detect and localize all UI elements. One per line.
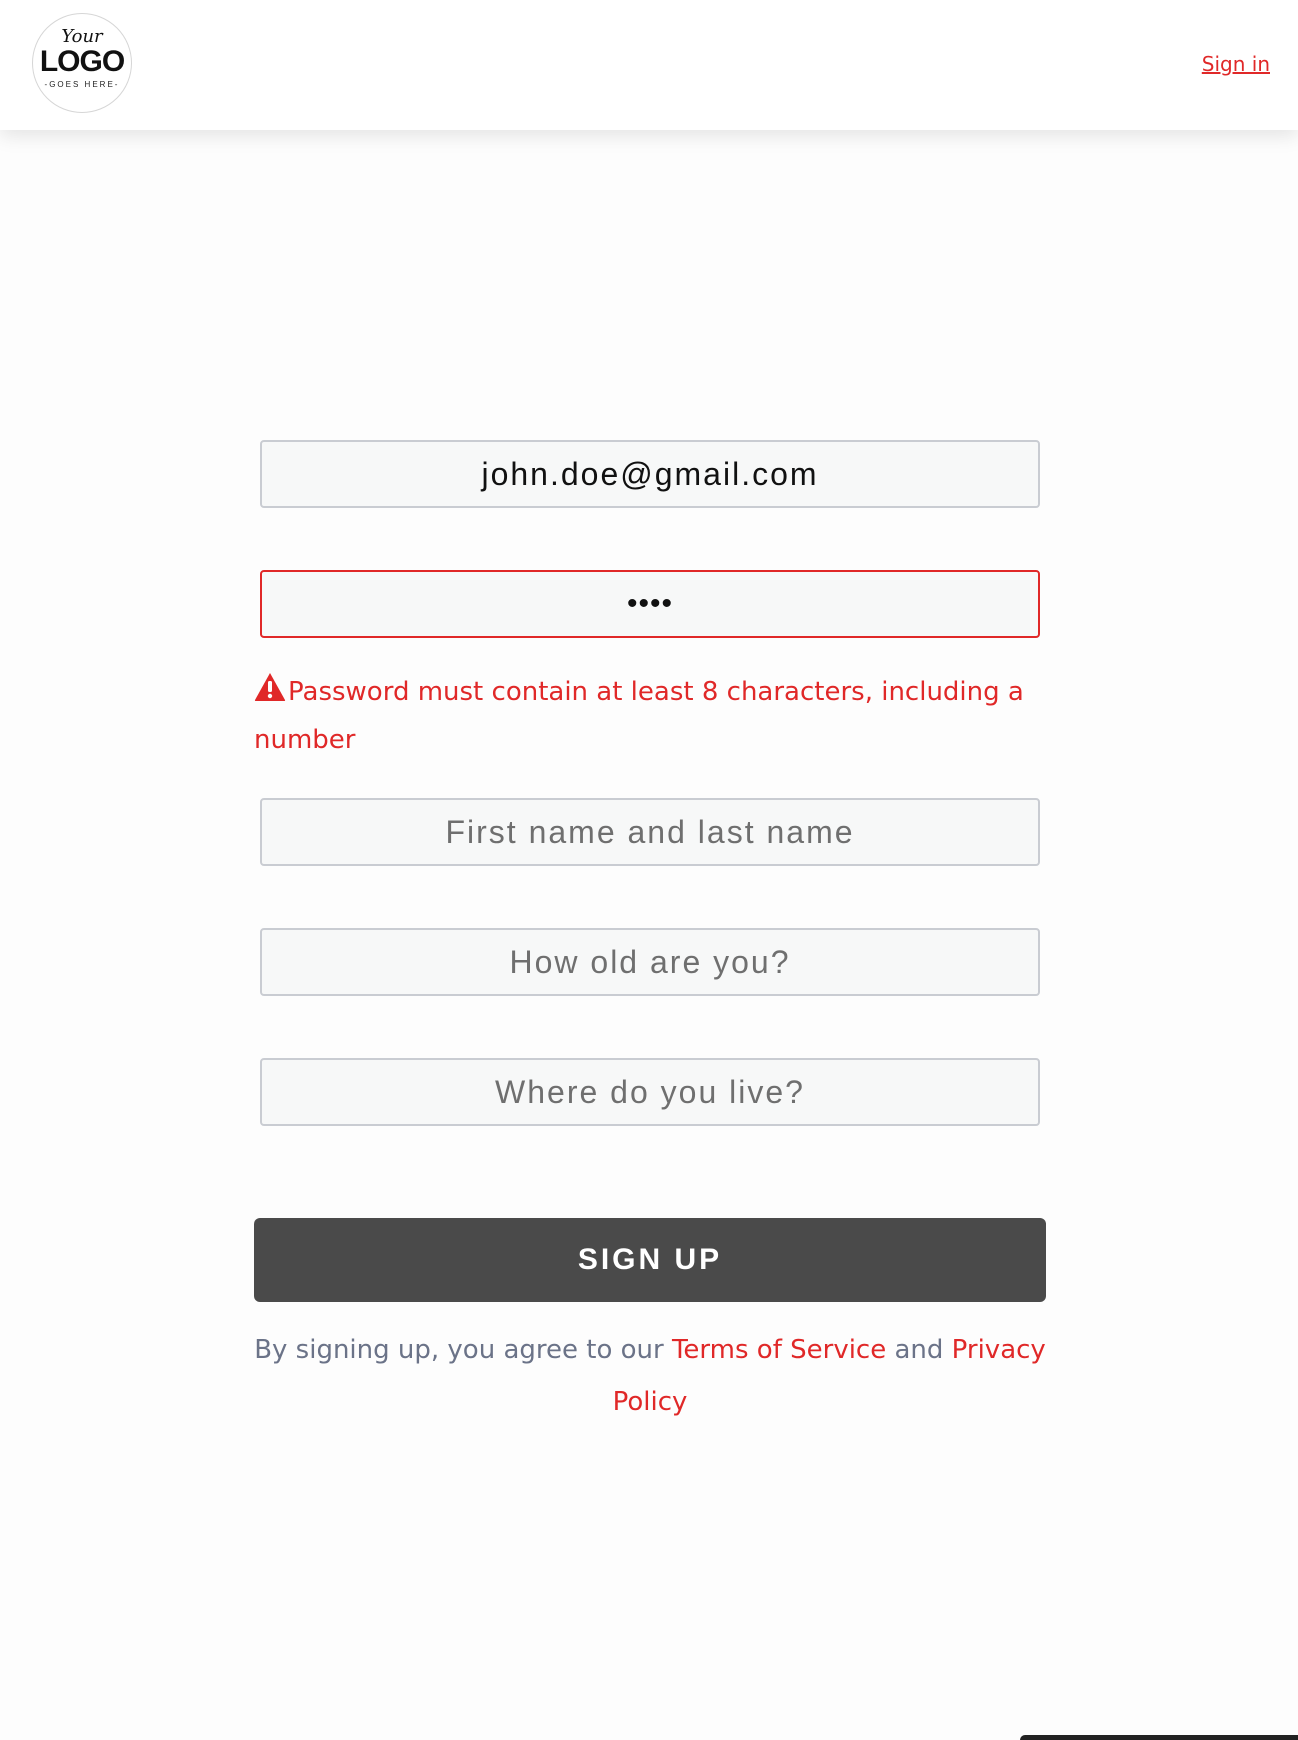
terms-prefix: By signing up, you agree to our <box>254 1335 672 1365</box>
logo-top-text: Your <box>61 26 103 47</box>
password-field[interactable]: •••• <box>260 570 1040 638</box>
terms-notice: By signing up, you agree to our Terms of… <box>254 1324 1046 1428</box>
terms-middle: and <box>886 1335 952 1365</box>
sign-up-button[interactable]: SIGN UP <box>254 1218 1046 1302</box>
terms-of-service-link[interactable]: Terms of Service <box>672 1335 886 1365</box>
password-error-message: Password must contain at least 8 charact… <box>254 668 1054 764</box>
email-value: john.doe@gmail.com <box>481 455 819 492</box>
email-field[interactable]: john.doe@gmail.com <box>260 440 1040 508</box>
age-field[interactable]: How old are you? <box>260 928 1040 996</box>
name-placeholder: First name and last name <box>445 813 855 850</box>
location-placeholder: Where do you live? <box>495 1073 805 1110</box>
logo-main-text: LOGO <box>39 45 125 78</box>
password-error-text: Password must contain at least 8 charact… <box>254 677 1024 755</box>
header: Your LOGO -GOES HERE- Sign in <box>0 0 1298 130</box>
warning-triangle-icon <box>254 673 286 701</box>
location-field[interactable]: Where do you live? <box>260 1058 1040 1126</box>
password-value: •••• <box>626 587 673 620</box>
name-field[interactable]: First name and last name <box>260 798 1040 866</box>
window-corner-edge <box>1020 1735 1298 1740</box>
sign-in-link[interactable]: Sign in <box>1202 52 1270 76</box>
logo[interactable]: Your LOGO -GOES HERE- <box>32 13 132 113</box>
age-placeholder: How old are you? <box>509 943 791 980</box>
logo-sub-text: -GOES HERE- <box>44 80 120 89</box>
